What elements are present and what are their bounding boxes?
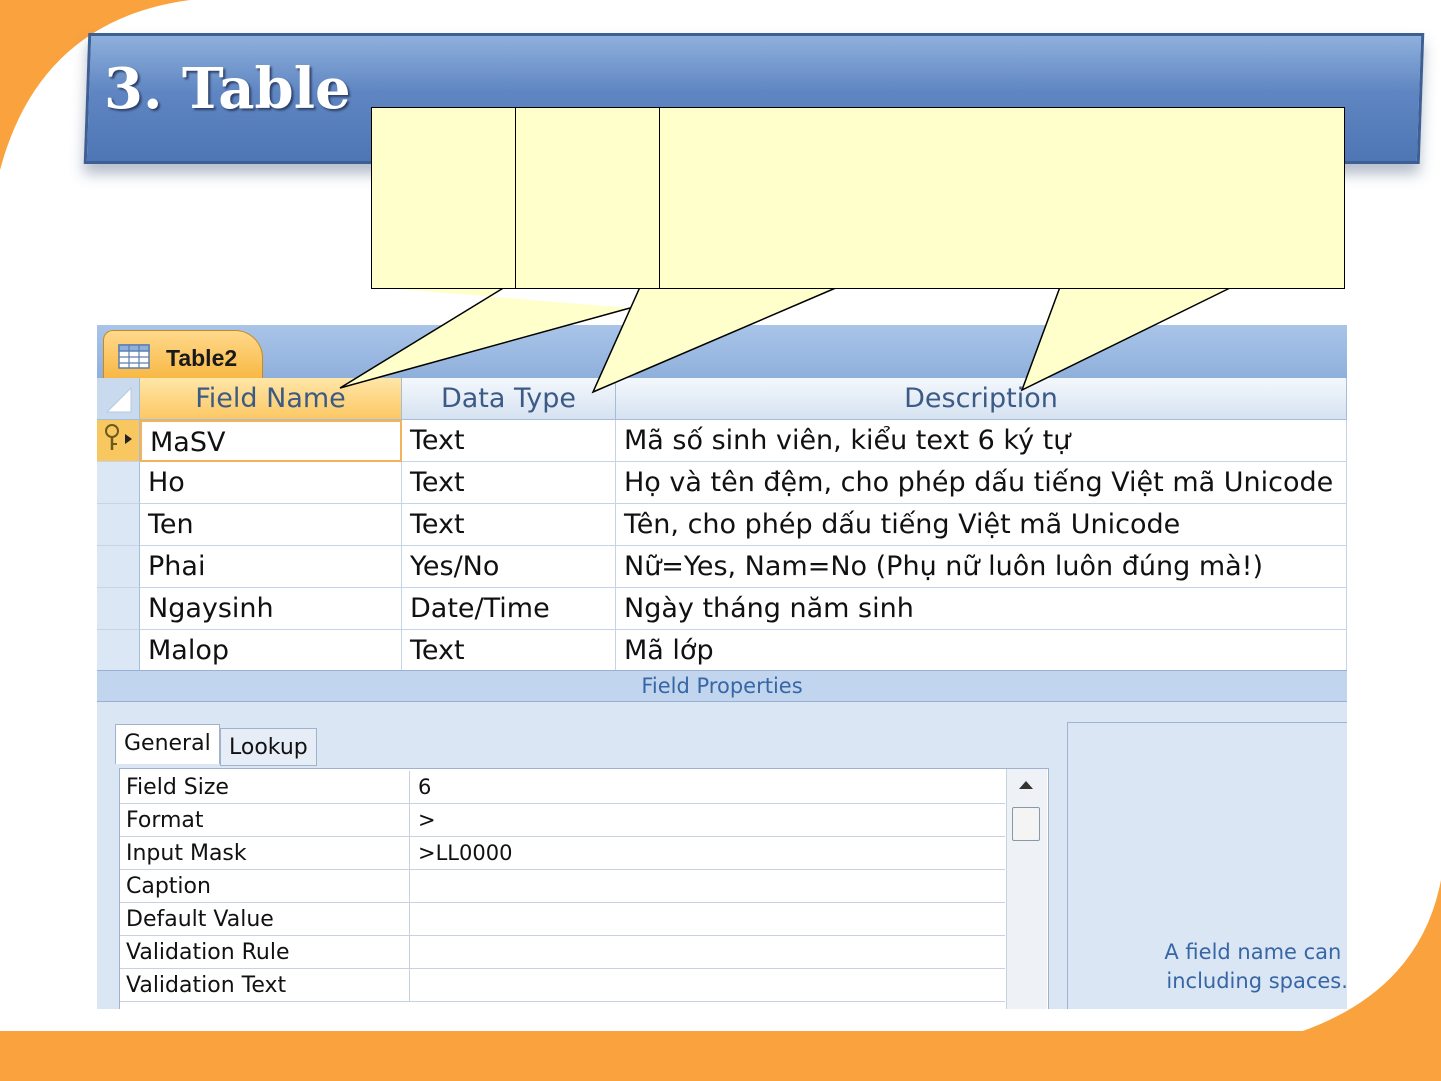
- slide-bottom-band: [0, 1031, 1441, 1081]
- callout-description: [659, 107, 1345, 289]
